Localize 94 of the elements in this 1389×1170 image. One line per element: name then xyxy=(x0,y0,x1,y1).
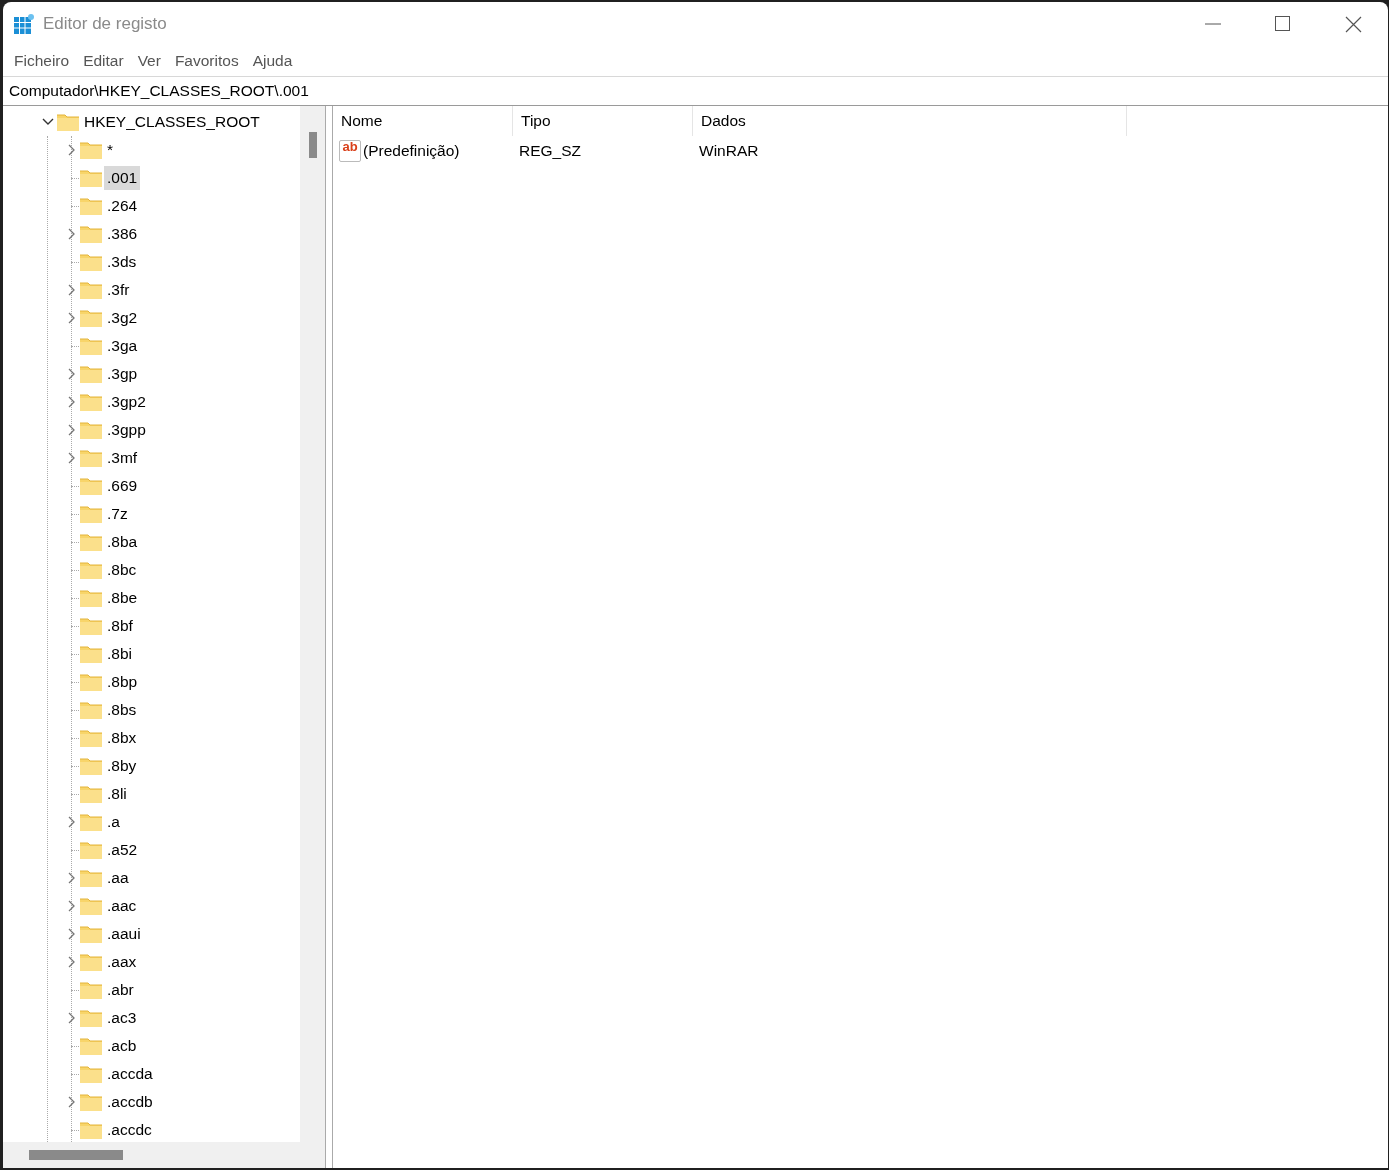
string-value-icon: ab xyxy=(339,140,361,162)
folder-icon xyxy=(79,448,103,468)
folder-icon xyxy=(79,308,103,328)
tree-item[interactable]: .8bi xyxy=(104,642,135,666)
tree-item[interactable]: .aax xyxy=(104,950,140,974)
window-title: Editor de registo xyxy=(43,13,167,36)
tree-item[interactable]: .386 xyxy=(104,222,141,246)
tree-item[interactable]: .8by xyxy=(104,754,140,778)
folder-icon xyxy=(79,952,103,972)
tree-item[interactable]: .accdb xyxy=(104,1090,156,1114)
folder-icon xyxy=(79,364,103,384)
folder-icon xyxy=(79,784,103,804)
tree-item[interactable]: .8bp xyxy=(104,670,141,694)
scrollbar-thumb[interactable] xyxy=(308,132,317,158)
folder-icon xyxy=(79,168,103,188)
folder-icon xyxy=(79,700,103,720)
folder-icon xyxy=(79,1008,103,1028)
tree-item[interactable]: .001 xyxy=(104,166,141,190)
tree-item[interactable]: .3ds xyxy=(104,250,140,274)
column-header[interactable]: Dados xyxy=(693,106,1127,136)
tree-item[interactable]: .669 xyxy=(104,474,141,498)
address-field[interactable]: Computador\HKEY_CLASSES_ROOT\.001 xyxy=(3,76,1388,106)
tree-item[interactable]: .3ga xyxy=(104,334,141,358)
minimize-icon xyxy=(1205,23,1221,25)
tree-item[interactable]: .8li xyxy=(104,782,130,806)
tree-item[interactable]: .accda xyxy=(104,1062,156,1086)
tree-item[interactable]: .accdc xyxy=(104,1118,155,1142)
scrollbar-thumb[interactable] xyxy=(29,1150,123,1160)
folder-icon xyxy=(79,504,103,524)
folder-icon xyxy=(79,924,103,944)
maximize-icon xyxy=(1275,16,1291,32)
tree-item[interactable]: .8be xyxy=(104,586,141,610)
folder-icon xyxy=(79,532,103,552)
tree-item[interactable]: .a52 xyxy=(104,838,141,862)
column-header[interactable]: Tipo xyxy=(513,106,693,136)
table-cell-text: REG_SZ xyxy=(518,141,582,162)
folder-icon xyxy=(79,1064,103,1084)
folder-icon xyxy=(79,1120,103,1140)
tree-item[interactable]: .8ba xyxy=(104,530,141,554)
tree-item[interactable]: .8bs xyxy=(104,698,140,722)
folder-icon xyxy=(79,336,103,356)
folder-icon xyxy=(79,280,103,300)
tree-item[interactable]: .aac xyxy=(104,894,140,918)
folder-icon xyxy=(79,840,103,860)
folder-icon xyxy=(79,252,103,272)
tree-item[interactable]: .a xyxy=(104,810,123,834)
menu-item[interactable]: Editar xyxy=(76,49,131,73)
column-header[interactable]: Nome xyxy=(333,106,513,136)
tree-item[interactable]: .3mf xyxy=(104,446,141,470)
tree-item[interactable]: .8bc xyxy=(104,558,140,582)
tree-item[interactable]: .aaui xyxy=(104,922,144,946)
table-cell-text: WinRAR xyxy=(698,141,760,162)
table-cell-text: (Predefinição) xyxy=(362,141,461,162)
folder-icon xyxy=(79,728,103,748)
folder-icon xyxy=(79,868,103,888)
tree-item[interactable]: .3gp2 xyxy=(104,390,149,414)
folder-icon xyxy=(79,812,103,832)
folder-icon xyxy=(79,896,103,916)
folder-icon xyxy=(79,616,103,636)
folder-icon xyxy=(79,476,103,496)
folder-icon xyxy=(79,980,103,1000)
folder-icon xyxy=(79,224,103,244)
tree-item[interactable]: HKEY_CLASSES_ROOT xyxy=(81,110,263,134)
tree-item[interactable]: .3gp xyxy=(104,362,141,386)
folder-icon xyxy=(79,672,103,692)
tree-item[interactable]: .7z xyxy=(104,502,131,526)
folder-icon xyxy=(79,560,103,580)
folder-icon xyxy=(79,1036,103,1056)
tree-item[interactable]: .264 xyxy=(104,194,141,218)
tree-item[interactable]: .3fr xyxy=(104,278,133,302)
folder-icon xyxy=(56,112,80,132)
folder-icon xyxy=(79,644,103,664)
folder-icon xyxy=(79,756,103,776)
menu-item[interactable]: Ficheiro xyxy=(7,49,77,73)
folder-icon xyxy=(79,196,103,216)
tree-item[interactable]: .3gpp xyxy=(104,418,149,442)
tree-item[interactable]: .8bx xyxy=(104,726,140,750)
tree-item[interactable]: .acb xyxy=(104,1034,140,1058)
menu-item[interactable]: Ver xyxy=(130,49,168,73)
menu-item[interactable]: Favoritos xyxy=(167,49,246,73)
tree-item[interactable]: .abr xyxy=(104,978,137,1002)
registry-app-icon xyxy=(13,13,35,35)
folder-icon xyxy=(79,420,103,440)
tree-item[interactable]: .3g2 xyxy=(104,306,141,330)
menu-item[interactable]: Ajuda xyxy=(245,49,300,73)
tree-item[interactable]: .8bf xyxy=(104,614,136,638)
folder-icon xyxy=(79,392,103,412)
tree-item[interactable]: .ac3 xyxy=(104,1006,140,1030)
folder-icon xyxy=(79,140,103,160)
close-icon xyxy=(1344,15,1362,33)
tree-item[interactable]: * xyxy=(104,138,117,162)
folder-icon xyxy=(79,588,103,608)
folder-icon xyxy=(79,1092,103,1112)
tree-item[interactable]: .aa xyxy=(104,866,132,890)
